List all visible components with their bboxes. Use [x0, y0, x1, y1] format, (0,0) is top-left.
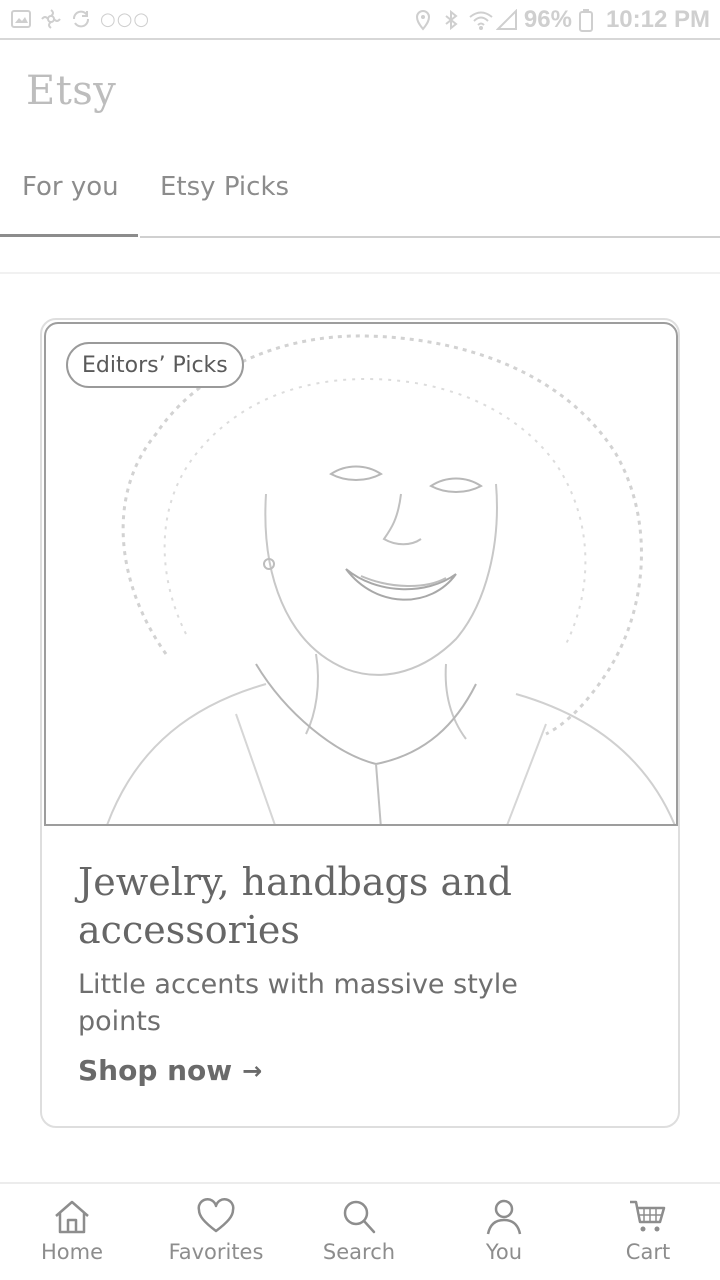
status-bar: ○○○ 96% 10:12 PM [0, 0, 720, 40]
battery-percent: 96% [523, 6, 572, 33]
heart-icon [197, 1198, 235, 1233]
editors-picks-card[interactable]: Editors’ Picks Jewelry, handbags and acc… [40, 318, 680, 1128]
app-header: Etsy [0, 42, 720, 162]
card-title: Jewelry, handbags and accessories [78, 860, 512, 952]
card-subtitle: Little accents with massive style points [78, 969, 518, 1037]
bluetooth-icon [440, 9, 462, 31]
location-icon [412, 9, 434, 31]
nav-cart-label: Cart [625, 1240, 671, 1264]
bottom-navigation: Home Favorites Search You Cart [0, 1182, 720, 1280]
arrow-right-icon: → [242, 1056, 263, 1085]
nav-favorites-label: Favorites [168, 1240, 264, 1264]
nav-favorites[interactable]: Favorites [156, 1198, 276, 1264]
tab-bar: For you Etsy Picks [0, 160, 720, 240]
card-text-block: Jewelry, handbags and accessories Little… [78, 858, 658, 1087]
pinwheel-icon [40, 8, 62, 30]
sync-icon [70, 8, 92, 30]
battery-icon [578, 9, 600, 32]
gallery-icon [10, 8, 32, 30]
shop-now-label: Shop now [78, 1054, 233, 1087]
nav-search[interactable]: Search [299, 1198, 419, 1264]
tab-etsy-picks[interactable]: Etsy Picks [160, 172, 289, 202]
tab-for-you[interactable]: For you [22, 172, 119, 202]
tab-active-indicator [0, 234, 138, 237]
etsy-logo[interactable]: Etsy [26, 68, 116, 114]
nav-home-label: Home [40, 1240, 103, 1264]
home-icon [55, 1200, 89, 1234]
tab-divider [140, 236, 720, 238]
shop-now-link[interactable]: Shop now → [78, 1054, 262, 1087]
status-bar-left-icons: ○○○ [10, 8, 150, 30]
nav-home[interactable]: Home [12, 1198, 132, 1264]
portrait-sketch-illustration [106, 334, 676, 824]
search-icon [343, 1200, 376, 1234]
wifi-icon [468, 9, 493, 31]
user-icon [486, 1199, 522, 1235]
card-hero-image[interactable]: Editors’ Picks [44, 322, 678, 826]
nav-cart[interactable]: Cart [588, 1198, 708, 1264]
more-dots-icon: ○○○ [100, 8, 151, 30]
cart-icon [630, 1200, 666, 1232]
nav-you-label: You [485, 1240, 523, 1264]
signal-icon [495, 8, 518, 31]
nav-you[interactable]: You [444, 1198, 564, 1264]
clock: 10:12 PM [605, 6, 710, 33]
nav-search-label: Search [322, 1240, 396, 1264]
section-divider [0, 272, 720, 274]
status-bar-right-icons: 96% 10:12 PM [412, 6, 710, 34]
editors-picks-badge: Editors’ Picks [66, 342, 244, 388]
